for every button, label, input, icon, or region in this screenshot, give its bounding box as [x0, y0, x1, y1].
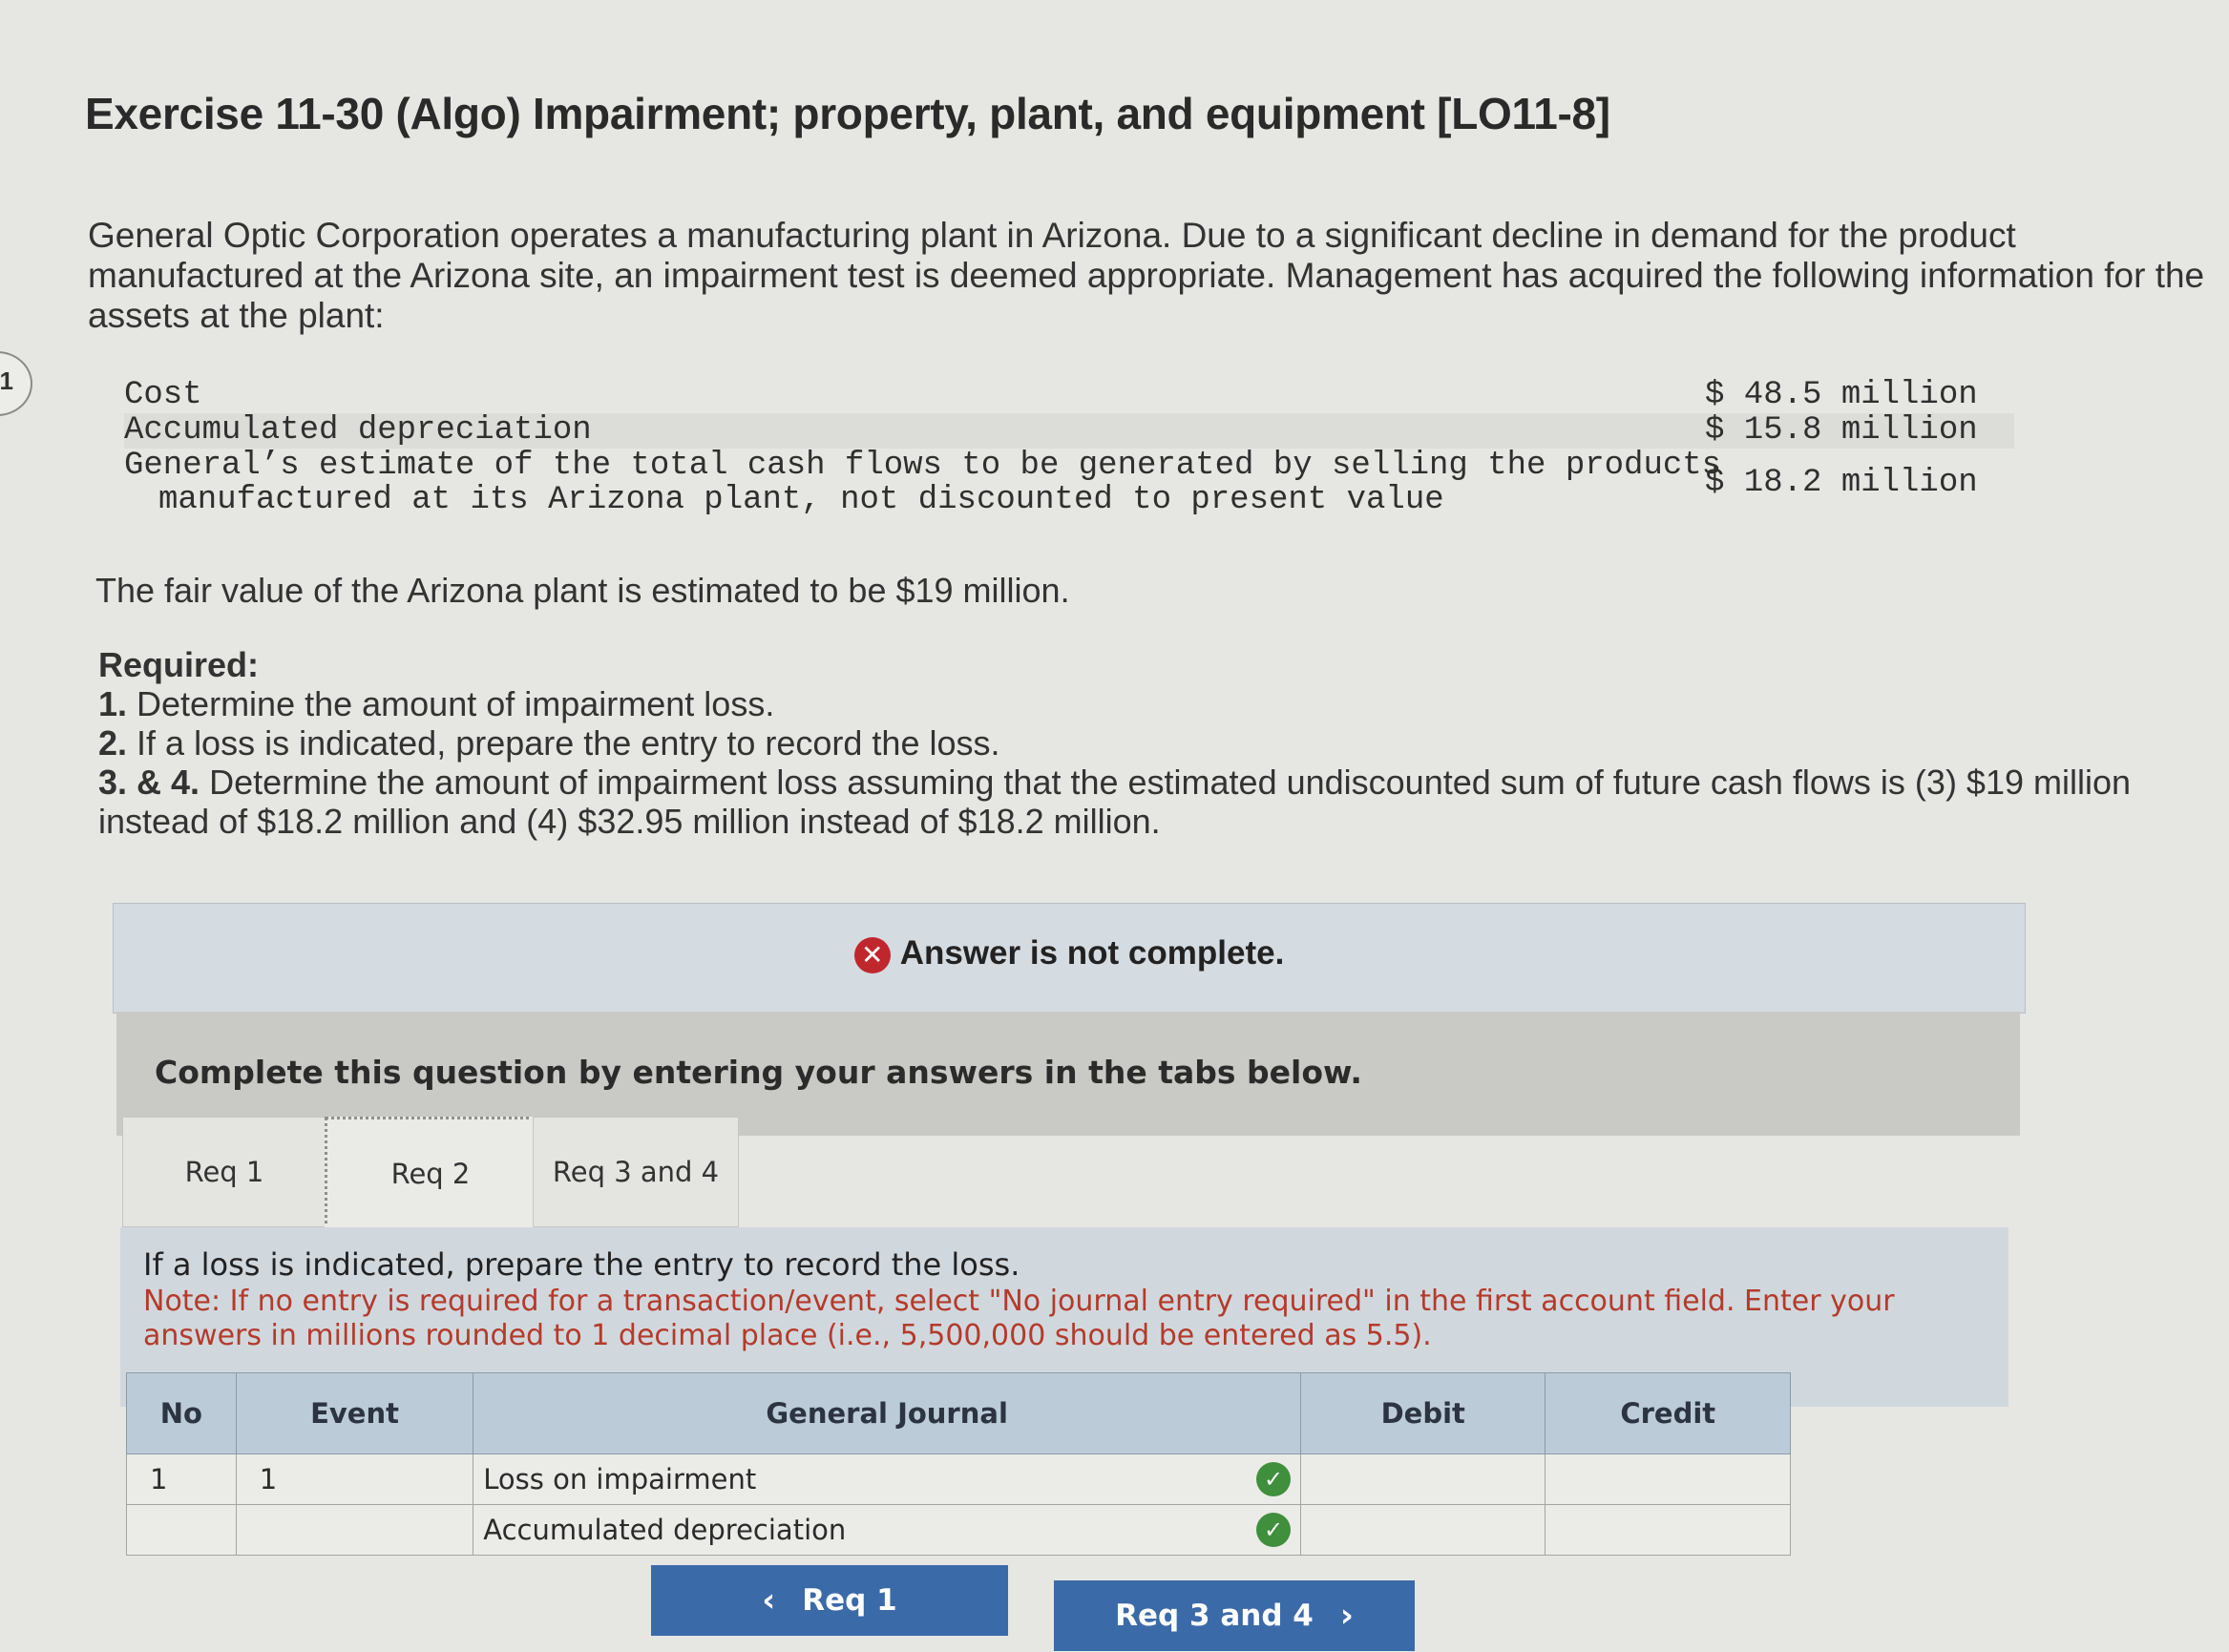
page-number: 1: [0, 366, 13, 395]
cell-no: [126, 1504, 237, 1556]
asset-info-table: Cost $ 48.5 million Accumulated deprecia…: [124, 378, 2014, 519]
required-item-number: 2.: [98, 723, 128, 763]
x-circle-icon: ✕: [853, 936, 891, 973]
check-icon: ✓: [1256, 1462, 1292, 1496]
exercise-title: Exercise 11-30 (Algo) Impairment; proper…: [85, 89, 1610, 138]
asset-label: Cost: [124, 377, 202, 413]
required-item: 3. & 4. Determine the amount of impairme…: [98, 763, 2218, 841]
column-header-debit: Debit: [1300, 1372, 1546, 1454]
asset-row-accumulated-depreciation: Accumulated depreciation $ 15.8 million: [124, 413, 2014, 449]
required-item-number: 3. & 4.: [98, 763, 200, 802]
tab-req-2[interactable]: Req 2: [325, 1117, 536, 1231]
table-row: Accumulated depreciation ✓: [126, 1504, 1791, 1556]
next-req-button[interactable]: Req 3 and 4 ›: [1054, 1580, 1415, 1651]
credit-field[interactable]: [1545, 1504, 1791, 1556]
chevron-left-icon: ‹: [762, 1581, 776, 1620]
column-header-event: Event: [235, 1372, 474, 1454]
account-name: Loss on impairment: [483, 1463, 757, 1495]
debit-field[interactable]: [1300, 1453, 1546, 1505]
asset-label: Accumulated depreciation: [124, 412, 592, 449]
account-field[interactable]: Accumulated depreciation ✓: [473, 1504, 1302, 1556]
prev-req-label: Req 1: [802, 1583, 897, 1618]
page-number-badge: 1: [0, 351, 32, 416]
account-name: Accumulated depreciation: [483, 1514, 847, 1546]
table-row: 1 1 Loss on impairment ✓: [126, 1453, 1791, 1505]
tab-content-title: If a loss is indicated, prepare the entr…: [143, 1246, 1020, 1283]
required-item-number: 1.: [98, 684, 128, 723]
asset-value: $ 48.5 million: [1705, 377, 1978, 413]
required-item-text: Determine the amount of impairment loss.: [127, 684, 775, 723]
required-item-text: If a loss is indicated, prepare the entr…: [127, 723, 1000, 763]
journal-entry-table: No Event General Journal Debit Credit 1 …: [126, 1372, 1791, 1556]
instruction-text: Complete this question by entering your …: [155, 1054, 1362, 1091]
column-header-credit: Credit: [1545, 1372, 1791, 1454]
cell-event: [235, 1504, 474, 1556]
asset-value: $ 18.2 million: [1705, 465, 1978, 501]
prev-req-button[interactable]: ‹ Req 1: [651, 1565, 1008, 1636]
tab-content-note: Note: If no entry is required for a tran…: [143, 1285, 1895, 1352]
asset-label-continued: manufactured at its Arizona plant, not d…: [158, 482, 1444, 518]
column-header-no: No: [126, 1372, 237, 1454]
debit-field[interactable]: [1300, 1504, 1546, 1556]
chevron-right-icon: ›: [1339, 1597, 1354, 1635]
account-field[interactable]: Loss on impairment ✓: [473, 1453, 1302, 1505]
tab-req-1[interactable]: Req 1: [122, 1117, 326, 1227]
tab-req-3-and-4[interactable]: Req 3 and 4: [533, 1117, 739, 1227]
required-section: Required: 1. Determine the amount of imp…: [98, 645, 2218, 841]
column-header-general-journal: General Journal: [473, 1372, 1302, 1454]
required-heading: Required:: [98, 645, 260, 684]
asset-row-cash-flows: General’s estimate of the total cash flo…: [124, 449, 2014, 519]
fair-value-text: The fair value of the Arizona plant is e…: [95, 571, 1070, 610]
required-item: 1. Determine the amount of impairment lo…: [98, 684, 2218, 723]
cell-no: 1: [126, 1453, 237, 1505]
required-item-text: Determine the amount of impairment loss …: [98, 763, 2132, 841]
answer-status-banner: ✕ Answer is not complete.: [113, 903, 2026, 1014]
credit-field[interactable]: [1545, 1453, 1791, 1505]
answer-status: ✕ Answer is not complete.: [114, 934, 2025, 973]
answer-status-text: Answer is not complete.: [899, 934, 1285, 972]
asset-value: $ 15.8 million: [1705, 412, 1978, 449]
required-item: 2. If a loss is indicated, prepare the e…: [98, 723, 2218, 763]
asset-label: General’s estimate of the total cash flo…: [124, 448, 1722, 484]
next-req-label: Req 3 and 4: [1115, 1599, 1314, 1633]
check-icon: ✓: [1256, 1513, 1292, 1547]
cell-event: 1: [235, 1453, 474, 1505]
asset-row-cost: Cost $ 48.5 million: [124, 378, 2014, 413]
problem-intro: General Optic Corporation operates a man…: [88, 216, 2205, 335]
